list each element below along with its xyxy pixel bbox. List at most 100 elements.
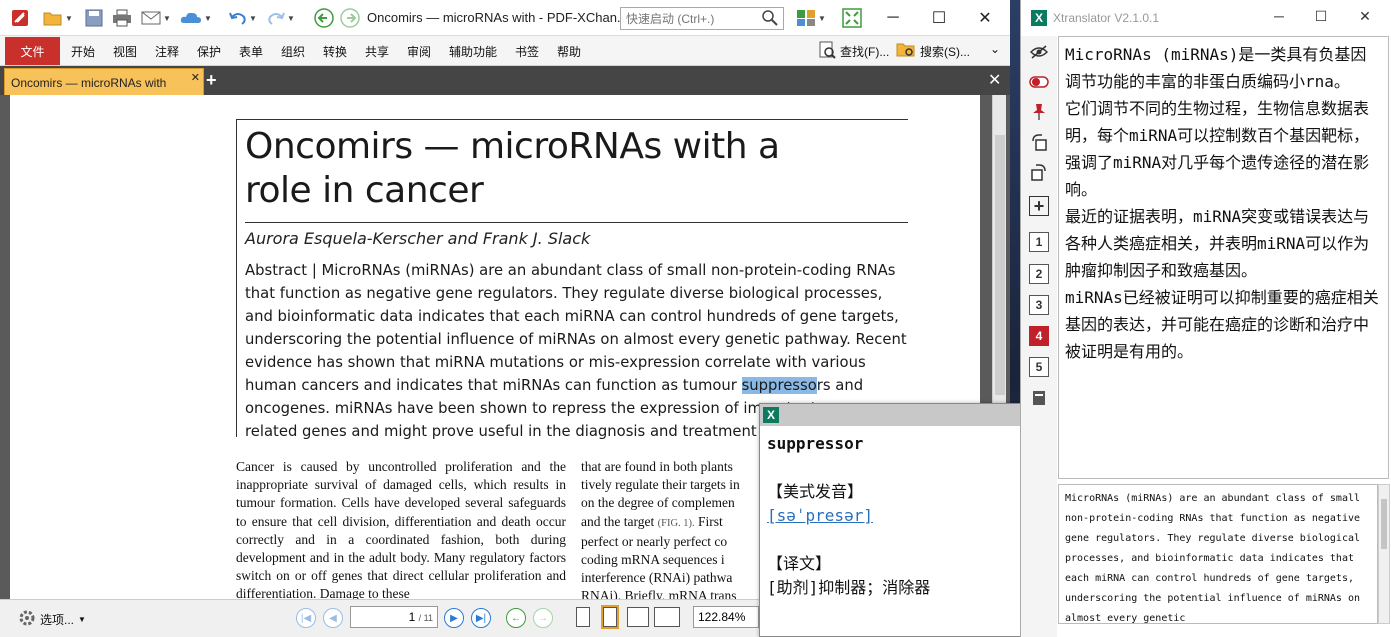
translation-paragraph: miRNAs已经被证明可以抑制重要的癌症相关基因的表达，并可能在癌症的诊断和治疗… bbox=[1065, 288, 1379, 361]
find-icon bbox=[818, 41, 836, 62]
header-rule-top bbox=[236, 119, 908, 120]
next-page-icon[interactable]: ▶ bbox=[444, 608, 464, 628]
menu-item-accessibility[interactable]: 辅助功能 bbox=[449, 43, 497, 60]
engine-button-1[interactable]: 1 bbox=[1029, 232, 1049, 252]
source-text-input[interactable]: MicroRNAs (miRNAs) are an abundant class… bbox=[1058, 484, 1378, 624]
ribbon-collapse-icon[interactable]: ⌄ bbox=[990, 42, 1000, 56]
menu-item-help[interactable]: 帮助 bbox=[557, 43, 581, 60]
eye-off-icon[interactable] bbox=[1029, 42, 1049, 62]
menu-item-bookmarks[interactable]: 书签 bbox=[515, 43, 539, 60]
email-icon[interactable]: ▼ bbox=[138, 7, 174, 29]
open-folder-icon[interactable]: ▼ bbox=[40, 7, 76, 29]
scrollbar-thumb[interactable] bbox=[995, 135, 1005, 395]
search-icon[interactable] bbox=[762, 10, 778, 29]
menu-item-convert[interactable]: 转换 bbox=[323, 43, 347, 60]
maximize-icon[interactable]: ☐ bbox=[926, 6, 952, 30]
document-tab-bar: Oncomirs — microRNAs with ✕ + ✕ bbox=[0, 66, 1010, 95]
maximize-icon[interactable]: ☐ bbox=[1309, 8, 1333, 28]
view-back-icon[interactable]: ← bbox=[506, 608, 526, 628]
undo-icon[interactable]: ▼ bbox=[226, 7, 260, 29]
plugin-icon[interactable]: ▼ bbox=[792, 7, 830, 29]
translation-paragraph: MicroRNAs (miRNAs)是一类具有负基因调节功能的丰富的非蛋白质编码… bbox=[1065, 45, 1367, 91]
close-icon[interactable]: ✕ bbox=[972, 6, 998, 30]
save-icon[interactable] bbox=[82, 7, 106, 29]
xtranslator-window: X Xtranslator V2.1.0.1 ─ ☐ ✕ + 1 2 3 4 5 bbox=[1020, 0, 1391, 637]
fullscreen-icon[interactable] bbox=[840, 7, 864, 29]
menu-item-comment[interactable]: 注释 bbox=[155, 43, 179, 60]
prev-page-icon[interactable]: ◀ bbox=[323, 608, 343, 628]
col2-line: on the degree of complemen bbox=[581, 495, 735, 511]
view-forward-icon[interactable]: → bbox=[533, 608, 553, 628]
tab-document[interactable]: Oncomirs — microRNAs with ✕ bbox=[4, 68, 204, 95]
document-title: Oncomirs — microRNAs with - PDF-XChan... bbox=[367, 10, 628, 25]
menu-item-protect[interactable]: 保护 bbox=[197, 43, 221, 60]
document-icon[interactable] bbox=[1029, 388, 1049, 408]
close-icon[interactable]: ✕ bbox=[1353, 8, 1377, 28]
options-label: 选项... bbox=[40, 613, 75, 627]
find-label: 查找(F)... bbox=[840, 45, 890, 59]
col2-line: and the target (FIG. 1). First bbox=[581, 513, 723, 529]
options-button[interactable]: 选项... ▼ bbox=[18, 609, 86, 630]
menu-item-view[interactable]: 视图 bbox=[113, 43, 137, 60]
dictionary-popup: X ✕ suppressor 【美式发音】 [səˈpresər] 【译文】 [… bbox=[759, 403, 1051, 637]
back-icon[interactable] bbox=[312, 7, 336, 29]
page-number-input[interactable]: 1 / 11 bbox=[350, 606, 438, 628]
quick-launch-input[interactable] bbox=[620, 7, 784, 30]
print-icon[interactable] bbox=[110, 7, 134, 29]
engine-button-3[interactable]: 3 bbox=[1029, 295, 1049, 315]
col2-line: tively regulate their targets in bbox=[581, 477, 740, 493]
plus-icon[interactable]: + bbox=[1029, 196, 1049, 216]
title-bar: ▼ ▼ ▼ ▼ ▼ Oncomirs — microRNAs with - PD… bbox=[0, 0, 1010, 36]
col2-line: coding mRNA sequences i bbox=[581, 552, 725, 568]
popup-header: X ✕ bbox=[760, 404, 1050, 426]
toggle-icon[interactable] bbox=[1029, 72, 1049, 92]
minimize-icon[interactable]: ─ bbox=[1267, 8, 1291, 28]
single-page-icon[interactable] bbox=[576, 607, 590, 627]
search-button[interactable]: 搜索(S)... bbox=[896, 41, 970, 62]
search-label: 搜索(S)... bbox=[920, 45, 970, 59]
copy-icon[interactable] bbox=[1029, 132, 1049, 152]
engine-button-5[interactable]: 5 bbox=[1029, 357, 1049, 377]
menu-file[interactable]: 文件 bbox=[5, 37, 60, 65]
translation-output[interactable]: MicroRNAs (miRNAs)是一类具有负基因调节功能的丰富的非蛋白质编码… bbox=[1058, 36, 1389, 479]
article-title: Oncomirs — microRNAs with a role in canc… bbox=[245, 126, 780, 211]
phonetic-link[interactable]: [səˈpresər] bbox=[767, 504, 1047, 528]
scrollbar-thumb[interactable] bbox=[1381, 499, 1387, 549]
xt-title-bar: X Xtranslator V2.1.0.1 ─ ☐ ✕ bbox=[1021, 0, 1391, 36]
col2-line: interference (RNAi) pathwa bbox=[581, 570, 733, 586]
header-rule-left bbox=[236, 119, 237, 437]
continuous-page-icon[interactable] bbox=[601, 605, 619, 629]
zoom-level-input[interactable]: 122.84% bbox=[693, 606, 759, 628]
popup-content: suppressor 【美式发音】 [səˈpresər] 【译文】 [助剂]抑… bbox=[767, 432, 1047, 600]
facing-continuous-icon[interactable] bbox=[654, 607, 680, 627]
cloud-icon[interactable]: ▼ bbox=[178, 7, 214, 29]
redo-icon[interactable]: ▼ bbox=[264, 7, 298, 29]
menu-item-form[interactable]: 表单 bbox=[239, 43, 263, 60]
chevron-down-icon: ▼ bbox=[78, 615, 86, 624]
figure-reference[interactable]: (FIG. 1). bbox=[658, 518, 695, 529]
xtranslator-logo-icon: X bbox=[763, 407, 779, 423]
new-tab-icon[interactable]: + bbox=[206, 70, 217, 91]
facing-page-icon[interactable] bbox=[627, 607, 649, 627]
tab-close-icon[interactable]: ✕ bbox=[191, 71, 200, 84]
folder-search-icon bbox=[896, 41, 916, 62]
menu-item-organize[interactable]: 组织 bbox=[281, 43, 305, 60]
engine-button-2[interactable]: 2 bbox=[1029, 264, 1049, 284]
source-scrollbar[interactable] bbox=[1378, 484, 1390, 624]
minimize-icon[interactable]: ─ bbox=[880, 6, 906, 30]
pin-icon[interactable] bbox=[1029, 102, 1049, 122]
close-tabs-icon[interactable]: ✕ bbox=[988, 70, 1001, 90]
menu-item-share[interactable]: 共享 bbox=[365, 43, 389, 60]
xt-toolbar: + 1 2 3 4 5 bbox=[1021, 36, 1057, 637]
menu-item-home[interactable]: 开始 bbox=[71, 43, 95, 60]
find-button[interactable]: 查找(F)... bbox=[818, 41, 889, 62]
col2-line: RNAi). Briefly, mRNA trans bbox=[581, 588, 737, 599]
menu-item-review[interactable]: 审阅 bbox=[407, 43, 431, 60]
pdfxchange-logo-icon[interactable] bbox=[8, 7, 32, 29]
rotate-icon[interactable] bbox=[1029, 162, 1049, 182]
engine-button-4[interactable]: 4 bbox=[1029, 326, 1049, 346]
first-page-icon[interactable]: |◀ bbox=[296, 608, 316, 628]
last-page-icon[interactable]: ▶| bbox=[471, 608, 491, 628]
forward-icon[interactable] bbox=[338, 7, 362, 29]
selected-word[interactable]: suppresso bbox=[741, 377, 817, 394]
